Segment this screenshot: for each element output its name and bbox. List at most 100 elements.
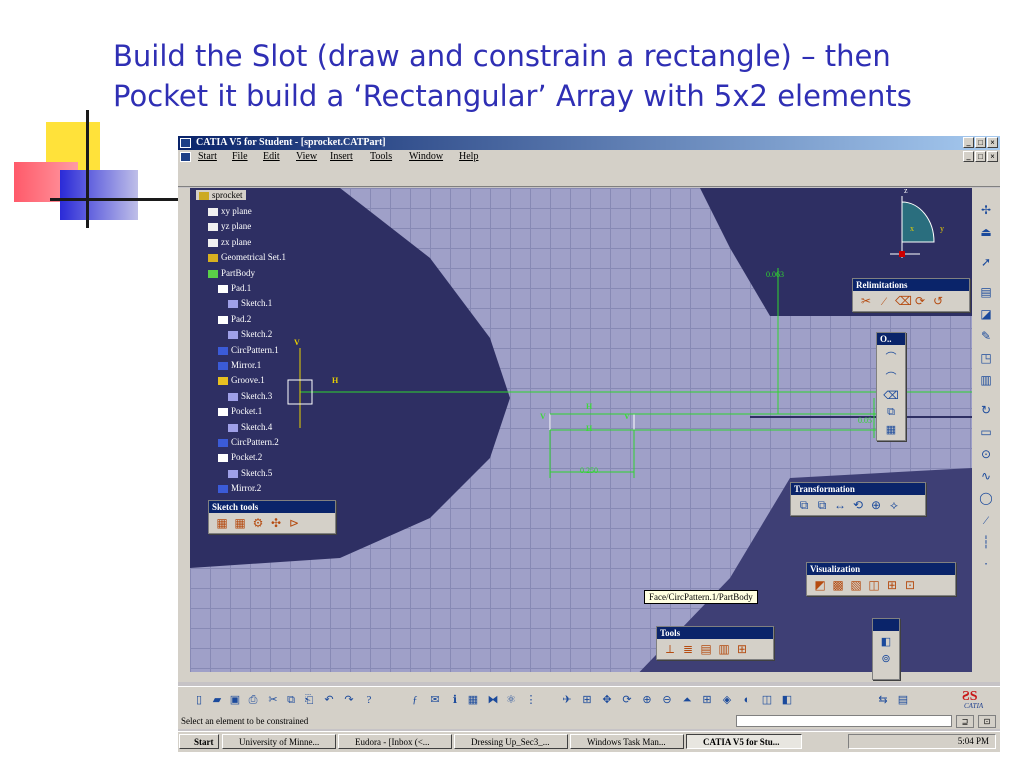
tree-item[interactable]: Sketch.5 (228, 468, 272, 478)
print-icon[interactable]: ⎙ (246, 693, 260, 707)
cut-tool-icon[interactable]: ✂ (266, 693, 280, 707)
erase-icon[interactable]: ⌫ (895, 294, 912, 308)
tree-item[interactable]: PartBody (208, 268, 255, 278)
render-style-icon[interactable]: ▩ (831, 578, 845, 592)
relimitations-title[interactable]: Relimitations (853, 279, 969, 291)
complement-icon[interactable]: ↺ (931, 294, 945, 308)
chamfer-icon[interactable]: ⌒ (886, 369, 897, 385)
cut-part-icon[interactable]: ◩ (813, 578, 827, 592)
whats-this-icon[interactable]: ? (362, 693, 376, 707)
menu-view[interactable]: View (296, 151, 317, 162)
construction-icon[interactable]: ⚙ (251, 516, 265, 530)
zoom-out-icon[interactable]: ⊖ (660, 693, 674, 707)
tree-item[interactable]: CircPattern.1 (218, 345, 279, 355)
iso-view-icon[interactable]: ◈ (720, 693, 734, 707)
diagnostic-icon[interactable]: ◫ (867, 578, 881, 592)
multi-view-icon[interactable]: ⊞ (700, 693, 714, 707)
task-eudora[interactable]: Eudora - [Inbox (<... (338, 734, 452, 749)
layer-icon[interactable]: ▤ (896, 693, 910, 707)
ellipse-icon[interactable]: ◯ (978, 490, 994, 506)
save-icon[interactable]: ▣ (228, 693, 242, 707)
tree-item[interactable]: Groove.1 (218, 375, 265, 385)
doc-restore-button[interactable]: □ (975, 151, 986, 162)
constraint-icon[interactable]: ✢ (978, 202, 994, 218)
mirror-icon[interactable]: ⧉ (887, 406, 895, 419)
doc-close-button[interactable]: × (987, 151, 998, 162)
grid-snap-icon[interactable]: ▦ (215, 516, 229, 530)
trim-icon[interactable]: ✂ (859, 294, 873, 308)
line-icon[interactable]: ⁄ (978, 512, 994, 528)
scale-icon[interactable]: ⊕ (869, 498, 883, 512)
tree-item[interactable]: Pad.1 (218, 283, 251, 293)
close-button[interactable]: × (987, 137, 998, 148)
tree-expand-icon[interactable]: ⋮ (524, 693, 538, 707)
vertical-scrollbar[interactable] (178, 188, 190, 682)
tree-item[interactable]: Pad.2 (218, 314, 251, 324)
view-icon[interactable]: ▧ (849, 578, 863, 592)
corner-icon[interactable]: ⌒ (886, 349, 897, 365)
tree-root[interactable]: sprocket (196, 190, 246, 200)
start-button[interactable]: Start (179, 734, 219, 749)
rotate-icon[interactable]: ⟲ (851, 498, 865, 512)
axis-tool-icon[interactable]: ⟂ (663, 642, 677, 656)
paste-icon[interactable]: ⎗ (302, 693, 316, 707)
menu-help[interactable]: Help (459, 151, 478, 162)
visualization-title[interactable]: Visualization (807, 563, 955, 575)
horizontal-scrollbar[interactable] (190, 672, 972, 682)
symmetry-icon[interactable]: ⧉ (815, 498, 829, 512)
comment-icon[interactable]: ✉ (428, 693, 442, 707)
search-icon[interactable]: ⊚ (881, 652, 890, 665)
eraser-icon[interactable]: ⌫ (883, 389, 899, 402)
task-dressing-up[interactable]: Dressing Up_Sec3_... (454, 734, 568, 749)
normal-view-icon[interactable]: ⏶ (680, 693, 694, 707)
translate-icon[interactable]: ↔ (833, 498, 847, 512)
transformation-title[interactable]: Transformation (791, 483, 925, 495)
point-icon[interactable]: ⋅ (978, 556, 994, 572)
measure-icon[interactable]: ◧ (881, 635, 891, 648)
output-feature-icon[interactable]: ⊞ (735, 642, 749, 656)
exit-sketch-icon[interactable]: ⏏ (978, 224, 994, 240)
task-task-manager[interactable]: Windows Task Man... (570, 734, 684, 749)
catalog-icon[interactable]: ⚛ (504, 693, 518, 707)
dimension-view-icon[interactable]: ⊞ (885, 578, 899, 592)
select-arrow-icon[interactable]: ➚ (978, 254, 994, 270)
rectangle-icon[interactable]: ▭ (978, 424, 994, 440)
menu-tools[interactable]: Tools (370, 151, 392, 162)
spline-icon[interactable]: ↻ (978, 402, 994, 418)
menu-file[interactable]: File (232, 151, 248, 162)
curve-icon[interactable]: ∿ (978, 468, 994, 484)
swap-space-icon[interactable]: ◧ (780, 693, 794, 707)
table-icon[interactable]: ▦ (466, 693, 480, 707)
sketch-tools-title[interactable]: Sketch tools (209, 501, 335, 513)
tree-item[interactable]: Sketch.4 (228, 422, 272, 432)
zoom-in-icon[interactable]: ⊕ (640, 693, 654, 707)
tree-item[interactable]: Geometrical Set.1 (208, 252, 286, 262)
mini-panel-title[interactable] (873, 619, 899, 631)
tree-item[interactable]: yz plane (208, 221, 251, 231)
fly-mode-icon[interactable]: ✈ (560, 693, 574, 707)
shading-icon[interactable]: ◐ (740, 693, 754, 707)
redo-icon[interactable]: ↷ (342, 693, 356, 707)
status-button-1[interactable]: ⊒ (956, 715, 974, 728)
tree-item[interactable]: CircPattern.2 (218, 437, 279, 447)
snap-point-icon[interactable]: ▦ (233, 516, 247, 530)
mirror-tool-icon[interactable]: ⧉ (797, 498, 811, 512)
menu-window[interactable]: Window (409, 151, 443, 162)
menu-start[interactable]: Start (198, 151, 217, 162)
profile-icon[interactable]: ◪ (978, 306, 994, 322)
tree-item[interactable]: xy plane (208, 206, 252, 216)
circle-icon[interactable]: ⊙ (978, 446, 994, 462)
tree-item[interactable]: zx plane (208, 237, 251, 247)
tree-item[interactable]: Sketch.2 (228, 329, 272, 339)
list-icon[interactable]: ≣ (681, 642, 695, 656)
operation-title[interactable]: O.. (877, 333, 905, 345)
undo-icon[interactable]: ↶ (322, 693, 336, 707)
fit-all-icon[interactable]: ⊞ (580, 693, 594, 707)
geometric-constraint-icon[interactable]: ✣ (269, 516, 283, 530)
pan-icon[interactable]: ✥ (600, 693, 614, 707)
tree-item[interactable]: Mirror.1 (218, 360, 261, 370)
offset-icon[interactable]: ⟡ (887, 498, 901, 512)
sketch-solving-icon[interactable]: ▥ (717, 642, 731, 656)
constraint-view-icon[interactable]: ⊡ (903, 578, 917, 592)
axis-icon[interactable]: ┆ (978, 534, 994, 550)
